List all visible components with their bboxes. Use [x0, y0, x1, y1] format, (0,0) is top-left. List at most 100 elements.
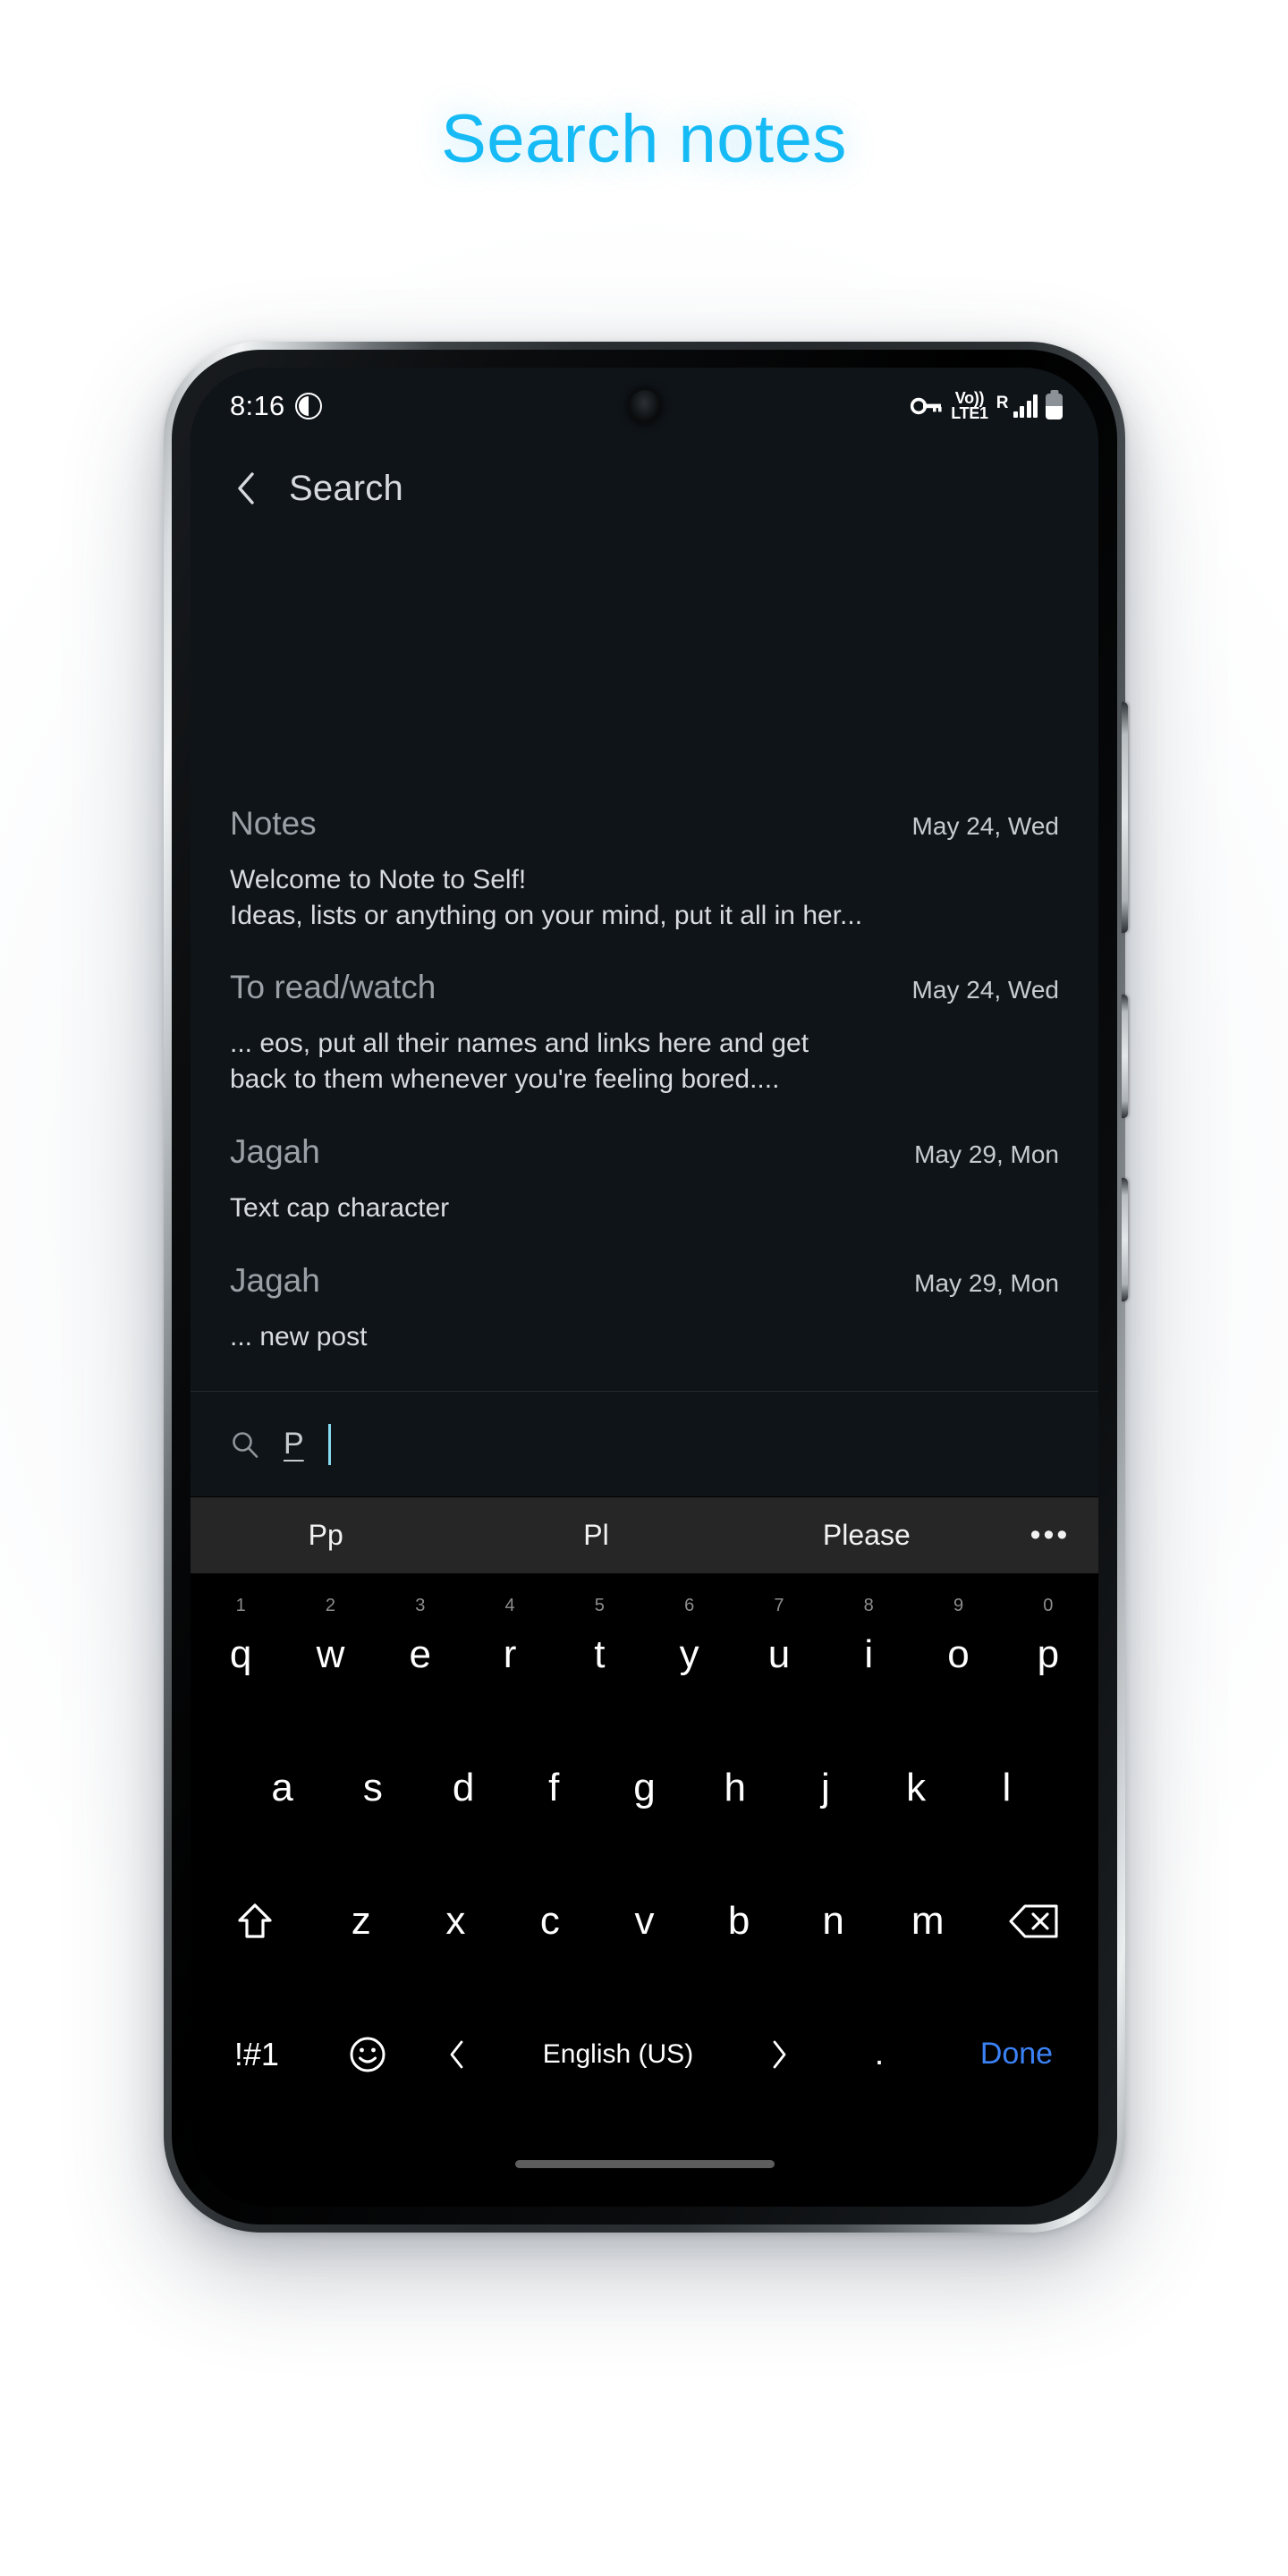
suggestion-item[interactable]: Pl	[461, 1519, 731, 1552]
key-label: t	[594, 1631, 606, 1676]
status-time: 8:16	[230, 390, 285, 421]
result-header: Notes May 24, Wed	[230, 805, 1059, 843]
key-x[interactable]: x	[409, 1854, 504, 1987]
key-z[interactable]: z	[314, 1854, 409, 1987]
front-camera-punchhole	[629, 390, 660, 422]
result-title: Jagah	[230, 1133, 320, 1171]
result-date: May 24, Wed	[911, 811, 1059, 840]
key-a[interactable]: a	[237, 1721, 327, 1854]
key-o[interactable]: 9o	[913, 1588, 1003, 1721]
search-result-item[interactable]: Notes May 24, Wed Welcome to Note to Sel…	[191, 775, 1098, 970]
emoji-key[interactable]	[318, 1987, 418, 2121]
backspace-key[interactable]	[975, 1854, 1093, 1987]
emoji-icon	[350, 2037, 386, 2072]
key-q[interactable]: 1q	[196, 1588, 285, 1721]
keyboard-row-2: a s d f g h j k l	[196, 1721, 1093, 1854]
volte-indicator: Vo)) LTE1	[951, 390, 988, 421]
home-indicator[interactable]	[514, 2159, 775, 2168]
key-k[interactable]: k	[871, 1721, 962, 1854]
key-p[interactable]: 0p	[1004, 1588, 1093, 1721]
signal-group: R	[996, 394, 1038, 418]
page-title: Search notes	[441, 101, 847, 177]
suggestions-more-button[interactable]: •••	[1002, 1518, 1098, 1553]
key-icon	[911, 397, 942, 415]
key-num-label: 5	[594, 1596, 605, 1615]
search-result-item[interactable]: Jagah May 29, Mon Text cap character	[191, 1133, 1098, 1262]
key-w[interactable]: 2w	[285, 1588, 375, 1721]
key-f[interactable]: f	[509, 1721, 599, 1854]
key-e[interactable]: 3e	[376, 1588, 465, 1721]
key-g[interactable]: g	[599, 1721, 690, 1854]
result-snippet: Text cap character	[230, 1193, 450, 1224]
backspace-icon	[1009, 1903, 1058, 1938]
search-results-list: Notes May 24, Wed Welcome to Note to Sel…	[191, 532, 1098, 1391]
chevron-right-icon	[773, 2040, 786, 2068]
key-b[interactable]: b	[691, 1854, 786, 1987]
suggestion-item[interactable]: Pp	[191, 1519, 461, 1552]
suggestion-item[interactable]: Please	[732, 1519, 1002, 1552]
roaming-indicator: R	[996, 394, 1009, 412]
key-v[interactable]: v	[597, 1854, 692, 1987]
key-num-label: 6	[684, 1596, 695, 1615]
key-t[interactable]: 5t	[555, 1588, 644, 1721]
result-date: May 29, Mon	[914, 1269, 1059, 1298]
key-label: u	[767, 1631, 791, 1676]
shift-icon	[238, 1902, 272, 1938]
key-d[interactable]: d	[418, 1721, 508, 1854]
key-label: o	[947, 1631, 970, 1676]
language-key[interactable]: English (US)	[496, 1987, 739, 2121]
back-button[interactable]	[230, 472, 262, 504]
result-snippet: Welcome to Note to Self! Ideas, lists or…	[230, 864, 863, 930]
prev-language-key[interactable]	[418, 1987, 497, 2121]
key-num-label: 2	[325, 1596, 336, 1615]
app-bar: Search	[191, 445, 1098, 532]
key-i[interactable]: 8i	[824, 1588, 913, 1721]
key-m[interactable]: m	[880, 1854, 975, 1987]
search-field-row[interactable]: P	[191, 1391, 1098, 1496]
search-icon	[230, 1429, 260, 1460]
notes-search-app: 8:16 Vo)) LTE1 R Search Notes May 24, We…	[191, 368, 1098, 2207]
key-num-label: 7	[774, 1596, 784, 1615]
side-button-volume[interactable]	[1122, 702, 1128, 933]
search-result-item[interactable]: To read/watch May 24, Wed ... eos, put a…	[191, 969, 1098, 1133]
key-num-label: 4	[504, 1596, 515, 1615]
done-key[interactable]: Done	[940, 1987, 1093, 2121]
symbols-key[interactable]: !#1	[196, 1987, 318, 2121]
side-button-power[interactable]	[1122, 995, 1128, 1118]
next-language-key[interactable]	[740, 1987, 819, 2121]
key-s[interactable]: s	[327, 1721, 418, 1854]
key-h[interactable]: h	[690, 1721, 780, 1854]
result-title: To read/watch	[230, 969, 436, 1006]
key-u[interactable]: 7u	[734, 1588, 824, 1721]
result-date: May 29, Mon	[914, 1140, 1059, 1169]
phone-bezel: 8:16 Vo)) LTE1 R Search Notes May 24, We…	[172, 350, 1117, 2224]
side-button-extra[interactable]	[1122, 1178, 1128, 1301]
key-y[interactable]: 6y	[645, 1588, 734, 1721]
key-r[interactable]: 4r	[465, 1588, 555, 1721]
result-snippet: ... eos, put all their names and links h…	[230, 1029, 809, 1095]
navigation-bar	[191, 2121, 1098, 2207]
key-l[interactable]: l	[962, 1721, 1052, 1854]
result-snippet: ... new post	[230, 1322, 368, 1352]
shift-key[interactable]	[196, 1854, 314, 1987]
signal-bars-icon	[1013, 394, 1038, 418]
keyboard-suggestion-bar: Pp Pl Please •••	[191, 1496, 1098, 1573]
key-n[interactable]: n	[786, 1854, 881, 1987]
keyboard-row-1: 1q 2w 3e 4r 5t 6y 7u 8i 9o 0p	[196, 1588, 1093, 1721]
key-c[interactable]: c	[503, 1854, 597, 1987]
key-label: w	[316, 1631, 345, 1676]
result-date: May 24, Wed	[911, 976, 1059, 1004]
key-num-label: 3	[415, 1596, 426, 1615]
battery-icon	[1046, 393, 1063, 419]
key-label: q	[229, 1631, 252, 1676]
chevron-left-icon	[450, 2040, 463, 2068]
period-key[interactable]: .	[818, 1987, 940, 2121]
phone-screen: 8:16 Vo)) LTE1 R Search Notes May 24, We…	[191, 368, 1098, 2207]
status-bar-right: Vo)) LTE1 R	[911, 390, 1063, 421]
key-j[interactable]: j	[780, 1721, 870, 1854]
search-input[interactable]: P	[284, 1427, 304, 1462]
key-label: r	[503, 1631, 517, 1676]
key-label: y	[679, 1631, 699, 1676]
key-label: p	[1037, 1631, 1060, 1676]
search-result-item[interactable]: Jagah May 29, Mon ... new post	[191, 1262, 1098, 1391]
